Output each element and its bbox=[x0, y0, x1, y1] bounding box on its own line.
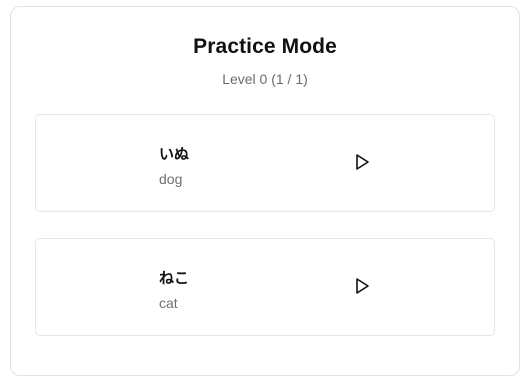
play-button[interactable] bbox=[350, 150, 374, 174]
page-title: Practice Mode bbox=[193, 35, 337, 58]
word-meaning: dog bbox=[159, 171, 183, 187]
play-button[interactable] bbox=[350, 274, 374, 298]
word-meaning: cat bbox=[159, 295, 178, 311]
word-text: ねこ bbox=[159, 270, 190, 287]
play-icon bbox=[356, 154, 369, 170]
word-text: いぬ bbox=[159, 146, 190, 163]
word-card: いぬ dog bbox=[35, 114, 495, 212]
practice-panel: Practice Mode Level 0 (1 / 1) いぬ dog ねこ … bbox=[10, 6, 520, 376]
play-icon bbox=[356, 278, 369, 294]
level-progress: Level 0 (1 / 1) bbox=[222, 71, 308, 87]
word-card: ねこ cat bbox=[35, 238, 495, 336]
